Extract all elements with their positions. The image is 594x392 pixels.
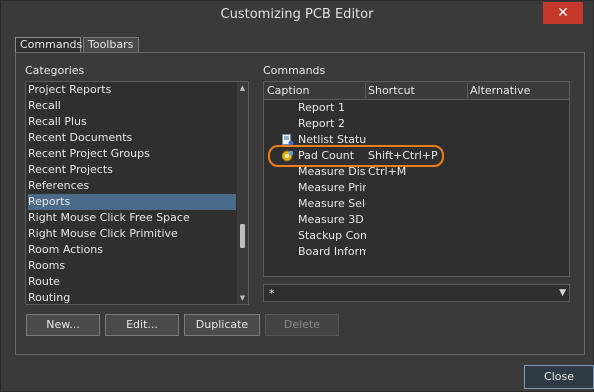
table-row[interactable]: Stackup Compare xyxy=(264,228,569,244)
scroll-up-icon[interactable]: ▲ xyxy=(239,84,246,92)
command-caption: Measure Selected Objects xyxy=(298,197,366,210)
title-bar: Customizing PCB Editor ✕ xyxy=(1,1,593,29)
close-button[interactable]: Close xyxy=(524,365,594,389)
shortcut-header[interactable]: Shortcut xyxy=(368,84,415,97)
list-item[interactable]: Recall Plus xyxy=(28,114,236,130)
tab-commands[interactable]: Commands xyxy=(15,37,82,52)
close-window-button[interactable]: ✕ xyxy=(543,2,583,24)
list-item[interactable]: Recall xyxy=(28,98,236,114)
filter-value: * xyxy=(269,287,275,300)
list-item[interactable]: Recent Documents xyxy=(28,130,236,146)
categories-scrollbar[interactable]: ▲ ▼ xyxy=(237,82,248,304)
list-item[interactable]: Project Reports xyxy=(28,82,236,98)
delete-button[interactable]: Delete xyxy=(265,314,339,336)
scroll-down-icon[interactable]: ▼ xyxy=(239,294,246,302)
duplicate-button[interactable]: Duplicate xyxy=(184,314,260,336)
list-item[interactable]: Route xyxy=(28,274,236,290)
scrollbar-thumb[interactable] xyxy=(240,224,245,248)
list-item-selected[interactable]: Reports xyxy=(28,194,236,210)
list-item[interactable]: Recent Projects xyxy=(28,162,236,178)
categories-label: Categories xyxy=(25,64,85,77)
command-filter-combo[interactable]: * ▼ xyxy=(263,284,570,302)
table-row[interactable]: Measure Selected Objects xyxy=(264,196,569,212)
table-row[interactable]: Report 2 xyxy=(264,116,569,132)
pad-count-highlight-annotation xyxy=(268,145,444,167)
command-caption: Measure Primitives xyxy=(298,181,366,194)
table-row[interactable]: Measure Primitives xyxy=(264,180,569,196)
command-caption: Measure 3D Objects xyxy=(298,213,366,226)
list-item[interactable]: References xyxy=(28,178,236,194)
table-row[interactable]: Measure 3D Objects xyxy=(264,212,569,228)
caption-header[interactable]: Caption xyxy=(267,84,309,97)
alternative-header[interactable]: Alternative xyxy=(470,84,530,97)
list-item[interactable]: Right Mouse Click Free Space xyxy=(28,210,236,226)
header-divider xyxy=(467,83,468,98)
list-item[interactable]: Right Mouse Click Primitive xyxy=(28,226,236,242)
new-button[interactable]: New... xyxy=(26,314,100,336)
chevron-down-icon[interactable]: ▼ xyxy=(559,288,566,298)
command-caption: Board Information xyxy=(298,245,366,258)
command-caption: Stackup Compare xyxy=(298,229,366,242)
list-item[interactable]: Rooms xyxy=(28,258,236,274)
command-caption: Report 1 xyxy=(298,101,345,114)
header-divider xyxy=(365,83,366,98)
commands-table[interactable]: Caption Shortcut Alternative Report 1 Re… xyxy=(263,81,570,277)
list-item[interactable]: Room Actions xyxy=(28,242,236,258)
categories-list[interactable]: Project Reports Recall Recall Plus Recen… xyxy=(25,81,249,305)
customize-dialog: Customizing PCB Editor ✕ Commands Toolba… xyxy=(0,0,594,392)
table-row[interactable]: Report 1 xyxy=(264,100,569,116)
table-row[interactable]: Board Information xyxy=(264,244,569,260)
table-header: Caption Shortcut Alternative xyxy=(264,82,569,100)
edit-button[interactable]: Edit... xyxy=(105,314,179,336)
list-item[interactable]: Recent Project Groups xyxy=(28,146,236,162)
command-caption: Report 2 xyxy=(298,117,345,130)
commands-label: Commands xyxy=(263,64,326,77)
tab-toolbars[interactable]: Toolbars xyxy=(83,37,139,52)
window-title: Customizing PCB Editor xyxy=(220,7,374,22)
list-item[interactable]: Routing xyxy=(28,290,236,304)
